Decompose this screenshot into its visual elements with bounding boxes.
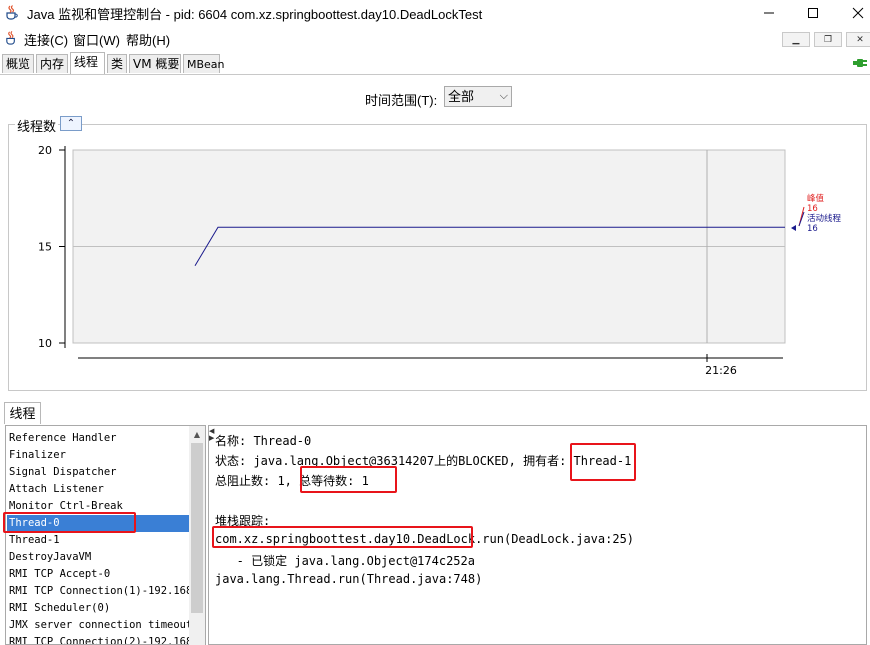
thread-list[interactable]: Reference Handler Finalizer Signal Dispatc… [5,425,206,645]
y-tick-label: 15 [38,241,52,254]
thread-list-item[interactable]: RMI TCP Connection(2)-192.168. [9,634,199,644]
thread-list-item[interactable]: JMX server connection timeout [9,617,192,634]
thread-list-item[interactable]: Attach Listener [9,481,104,498]
legend-series-name: 峰值 [807,193,825,204]
threads-section-tab[interactable]: 线程 [4,402,41,424]
thread-list-item[interactable]: RMI TCP Accept-0 [9,566,110,583]
highlight-box [300,466,397,493]
thread-count-chart: 20151021:26 峰值16活动线程16 [38,144,842,377]
thread-name-line: 名称: Thread-0 [215,434,312,448]
legend-series-value: 16 [807,224,818,234]
legend-connector [798,211,805,227]
y-tick-label: 20 [38,144,52,157]
legend-series-value: 16 [807,204,818,214]
scroll-up-icon[interactable]: ▲ [189,426,205,442]
highlight-box [212,526,473,548]
thread-list-item[interactable]: Finalizer [9,447,66,464]
highlight-box [3,512,136,533]
thread-list-item[interactable]: Signal Dispatcher [9,464,116,481]
thread-list-item[interactable]: DestroyJavaVM [9,549,91,566]
legend-series-name: 活动线程 [807,213,842,224]
thread-list-item[interactable]: Reference Handler [9,430,116,447]
thread-state-line: 状态: java.lang.Object@36314207上的BLOCKED, … [215,454,632,468]
x-tick-label: 21:26 [705,364,737,377]
thread-list-item[interactable]: RMI Scheduler(0) [9,600,110,617]
y-tick-label: 10 [38,337,52,350]
thread-list-scrollbar[interactable]: ▲ [189,426,205,645]
stack-trace-line: java.lang.Thread.run(Thread.java:748) [215,572,483,586]
stack-trace-line: - 已锁定 java.lang.Object@174c252a [215,554,475,568]
thread-list-item[interactable]: RMI TCP Connection(1)-192.168. [9,583,199,600]
current-value-marker [791,225,796,231]
thread-list-item[interactable]: Thread-1 [9,532,60,549]
scroll-thumb[interactable] [191,443,203,613]
highlight-box [570,443,636,481]
